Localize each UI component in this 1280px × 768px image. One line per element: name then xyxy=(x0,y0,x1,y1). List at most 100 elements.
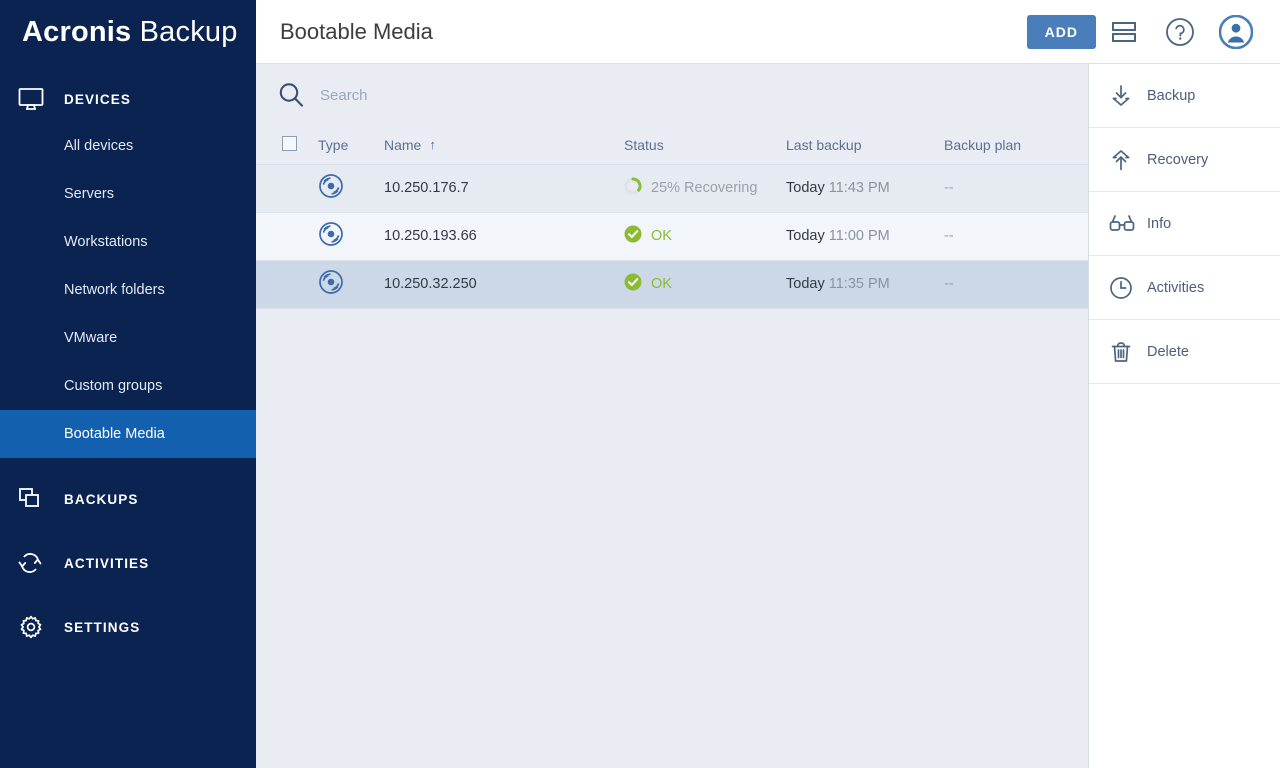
status-ok-icon xyxy=(624,225,642,247)
select-all-header xyxy=(256,126,318,164)
row-backup-plan-cell: -- xyxy=(944,164,1088,212)
devices-table: Type Name ↑ Status Last backup Backup pl… xyxy=(256,126,1088,309)
action-label: Recovery xyxy=(1147,152,1208,168)
glasses-info-icon xyxy=(1109,213,1147,235)
body-area: Type Name ↑ Status Last backup Backup pl… xyxy=(256,64,1280,768)
sidebar-item-label: Network folders xyxy=(64,282,165,298)
sidebar-group-label: ACTIVITIES xyxy=(64,556,149,571)
row-name-cell: 10.250.193.66 xyxy=(384,212,624,260)
actions-panel: Backup Recovery xyxy=(1088,64,1280,768)
sidebar-item-label: Bootable Media xyxy=(64,426,165,442)
table-header: Type Name ↑ Status Last backup Backup pl… xyxy=(256,126,1088,164)
sidebar-item-activities[interactable]: ACTIVITIES xyxy=(0,540,256,586)
sidebar-item-all-devices[interactable]: All devices xyxy=(0,122,256,170)
search-input[interactable] xyxy=(320,87,740,104)
clock-activities-icon xyxy=(1109,276,1147,300)
table-row[interactable]: 10.250.176.7 25% Recover xyxy=(256,164,1088,212)
column-header-last-backup[interactable]: Last backup xyxy=(786,126,944,164)
action-activities[interactable]: Activities xyxy=(1089,256,1280,320)
table-header-row: Type Name ↑ Status Last backup Backup pl… xyxy=(256,126,1088,164)
last-backup-time: 11:35 PM xyxy=(829,276,890,292)
brand-logo[interactable]: Acronis Backup xyxy=(0,0,256,64)
row-name-cell: 10.250.176.7 xyxy=(384,164,624,212)
application-window: Acronis Backup DEVICES All devices Serve… xyxy=(0,0,1280,768)
top-bar: Bootable Media ADD xyxy=(256,0,1280,64)
row-type-cell xyxy=(318,212,384,260)
action-backup[interactable]: Backup xyxy=(1089,64,1280,128)
top-bar-actions: ADD xyxy=(1027,0,1280,64)
layout-rows-icon[interactable] xyxy=(1096,0,1152,64)
backup-plan-value: -- xyxy=(944,228,954,244)
row-backup-plan-cell: -- xyxy=(944,212,1088,260)
row-name-cell: 10.250.32.250 xyxy=(384,260,624,308)
last-backup-time: 11:43 PM xyxy=(829,180,890,196)
sidebar-item-label: VMware xyxy=(64,330,117,346)
row-checkbox-cell[interactable] xyxy=(256,212,318,260)
action-delete[interactable]: Delete xyxy=(1089,320,1280,384)
sidebar: Acronis Backup DEVICES All devices Serve… xyxy=(0,0,256,768)
column-header-type[interactable]: Type xyxy=(318,126,384,164)
download-backup-icon xyxy=(1109,84,1147,108)
sidebar-item-backups[interactable]: BACKUPS xyxy=(0,476,256,522)
row-status-cell: 25% Recovering xyxy=(624,164,786,212)
row-checkbox-cell[interactable] xyxy=(256,260,318,308)
brand-name-primary: Acronis xyxy=(22,16,131,48)
row-last-backup-cell: Today 11:00 PM xyxy=(786,212,944,260)
sidebar-item-workstations[interactable]: Workstations xyxy=(0,218,256,266)
content-area: Type Name ↑ Status Last backup Backup pl… xyxy=(256,64,1088,768)
select-all-checkbox[interactable] xyxy=(282,136,297,151)
sidebar-item-network-folders[interactable]: Network folders xyxy=(0,266,256,314)
row-status-cell: OK xyxy=(624,212,786,260)
add-button[interactable]: ADD xyxy=(1027,15,1096,49)
sidebar-group-label: BACKUPS xyxy=(64,492,138,507)
row-status-label: OK xyxy=(651,276,672,292)
sort-ascending-icon: ↑ xyxy=(429,138,436,151)
brand-name-secondary: Backup xyxy=(140,16,238,48)
main-area: Bootable Media ADD xyxy=(256,0,1280,768)
sidebar-item-custom-groups[interactable]: Custom groups xyxy=(0,362,256,410)
sidebar-item-label: All devices xyxy=(64,138,133,154)
row-status-label: 25% Recovering xyxy=(651,180,757,196)
page-title: Bootable Media xyxy=(256,19,1027,45)
sidebar-item-label: Custom groups xyxy=(64,378,162,394)
bootable-disc-icon xyxy=(318,187,344,203)
gear-icon xyxy=(18,615,64,639)
bootable-disc-icon xyxy=(318,283,344,299)
copies-icon xyxy=(18,487,64,511)
table-row[interactable]: 10.250.193.66 OK xyxy=(256,212,1088,260)
help-icon[interactable] xyxy=(1152,0,1208,64)
table-row[interactable]: 10.250.32.250 OK xyxy=(256,260,1088,308)
action-info[interactable]: Info xyxy=(1089,192,1280,256)
last-backup-day: Today xyxy=(786,180,825,196)
action-recovery[interactable]: Recovery xyxy=(1089,128,1280,192)
sidebar-item-devices[interactable]: DEVICES xyxy=(0,76,256,122)
row-checkbox-cell[interactable] xyxy=(256,164,318,212)
search-icon[interactable] xyxy=(276,80,320,110)
sidebar-item-bootable-media[interactable]: Bootable Media xyxy=(0,410,256,458)
row-status-label: OK xyxy=(651,228,672,244)
sidebar-item-vmware[interactable]: VMware xyxy=(0,314,256,362)
progress-ring-icon xyxy=(624,177,642,199)
user-avatar-icon[interactable] xyxy=(1208,0,1264,64)
sidebar-item-settings[interactable]: SETTINGS xyxy=(0,604,256,650)
bootable-disc-icon xyxy=(318,235,344,251)
backup-plan-value: -- xyxy=(944,180,954,196)
column-header-name[interactable]: Name ↑ xyxy=(384,126,624,164)
trash-delete-icon xyxy=(1109,340,1147,364)
sidebar-item-servers[interactable]: Servers xyxy=(0,170,256,218)
column-header-backup-plan[interactable]: Backup plan xyxy=(944,126,1088,164)
last-backup-time: 11:00 PM xyxy=(829,228,890,244)
action-label: Info xyxy=(1147,216,1171,232)
action-label: Activities xyxy=(1147,280,1204,296)
last-backup-day: Today xyxy=(786,228,825,244)
status-ok-icon xyxy=(624,273,642,295)
last-backup-day: Today xyxy=(786,276,825,292)
upload-recovery-icon xyxy=(1109,148,1147,172)
search-bar xyxy=(256,64,1088,126)
column-header-status[interactable]: Status xyxy=(624,126,786,164)
sidebar-group-label: DEVICES xyxy=(64,92,131,107)
table-body: 10.250.176.7 25% Recover xyxy=(256,164,1088,308)
backup-plan-value: -- xyxy=(944,276,954,292)
sidebar-group-label: SETTINGS xyxy=(64,620,140,635)
row-type-cell xyxy=(318,260,384,308)
